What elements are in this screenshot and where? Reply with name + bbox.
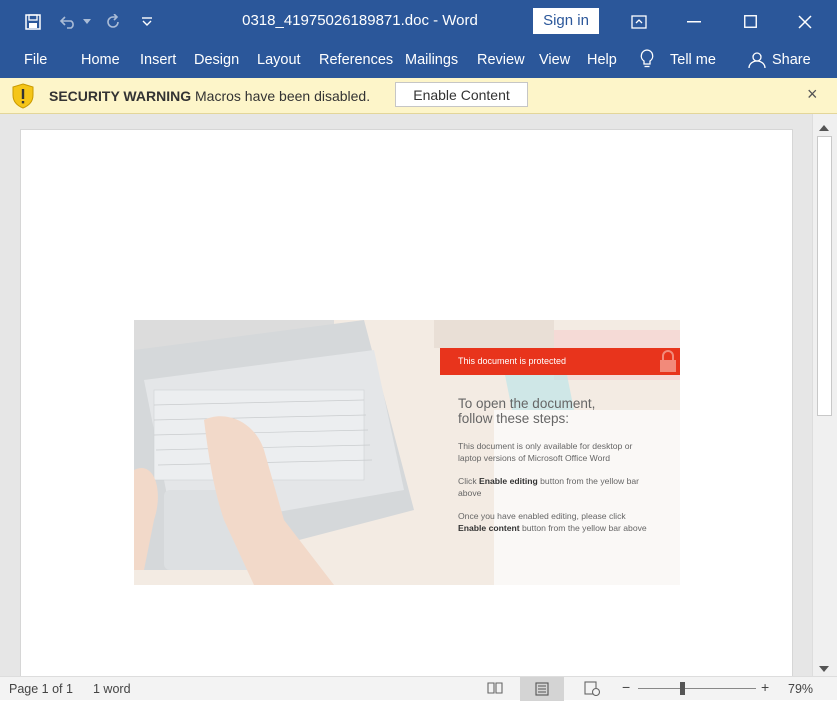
scroll-up-icon[interactable] — [819, 118, 829, 136]
security-warning-bar: SECURITY WARNING Macros have been disabl… — [0, 78, 837, 114]
tab-review[interactable]: Review — [477, 52, 525, 68]
tab-mailings[interactable]: Mailings — [405, 52, 458, 68]
share-user-icon[interactable] — [748, 51, 766, 73]
tab-references[interactable]: References — [319, 52, 393, 68]
status-bar: Page 1 of 1 1 word − + 79% — [0, 676, 837, 701]
close-window-icon[interactable] — [794, 0, 816, 43]
word-count[interactable]: 1 word — [93, 682, 131, 696]
warning-shield-icon — [11, 83, 35, 114]
share-button[interactable]: Share — [772, 52, 811, 68]
title-bar: 0318_41975026189871.doc - Word Sign in — [0, 0, 837, 43]
enable-content-button[interactable]: Enable Content — [395, 82, 528, 107]
zoom-slider[interactable] — [638, 688, 756, 689]
close-icon[interactable]: × — [807, 84, 818, 105]
instruction-paragraph-1: This document is only available for desk… — [458, 441, 633, 463]
sign-in-button[interactable]: Sign in — [533, 8, 599, 34]
document-title: 0318_41975026189871.doc - Word — [242, 12, 478, 29]
read-mode-icon[interactable] — [487, 681, 503, 698]
instruction-paragraph-3: Once you have enabled editing, please cl… — [458, 511, 647, 533]
zoom-out-icon[interactable]: − — [622, 679, 630, 695]
maximize-icon[interactable] — [739, 0, 761, 43]
tab-home[interactable]: Home — [81, 52, 120, 68]
tell-me-search[interactable]: Tell me — [670, 52, 716, 68]
tab-help[interactable]: Help — [587, 52, 617, 68]
tab-view[interactable]: View — [539, 52, 570, 68]
ribbon-display-options-icon[interactable] — [628, 0, 650, 43]
tab-design[interactable]: Design — [194, 52, 239, 68]
instructions-heading: To open the document, follow these steps… — [458, 396, 596, 426]
lock-icon — [658, 350, 678, 377]
vertical-scrollbar[interactable] — [812, 114, 837, 676]
tab-layout[interactable]: Layout — [257, 52, 301, 68]
ribbon-tabs: File Home Insert Design Layout Reference… — [0, 43, 837, 78]
protected-banner: This document is protected — [440, 348, 680, 375]
web-layout-icon[interactable] — [584, 681, 601, 699]
zoom-in-icon[interactable]: + — [761, 679, 769, 695]
zoom-level[interactable]: 79% — [788, 682, 813, 696]
instruction-paragraph-2: Click Enable editing button from the yel… — [458, 476, 640, 498]
minimize-icon[interactable] — [683, 0, 705, 43]
page-count[interactable]: Page 1 of 1 — [9, 682, 73, 696]
tab-file[interactable]: File — [24, 52, 47, 68]
zoom-slider-handle[interactable] — [680, 682, 685, 695]
security-warning-title: SECURITY WARNING — [49, 88, 192, 104]
scrollbar-thumb[interactable] — [817, 136, 832, 416]
security-warning-message: Macros have been disabled. — [195, 88, 371, 104]
lightbulb-icon[interactable] — [640, 49, 654, 73]
print-layout-icon[interactable] — [520, 677, 564, 701]
embedded-image[interactable]: This document is protected To open the d… — [134, 320, 680, 585]
tab-insert[interactable]: Insert — [140, 52, 176, 68]
